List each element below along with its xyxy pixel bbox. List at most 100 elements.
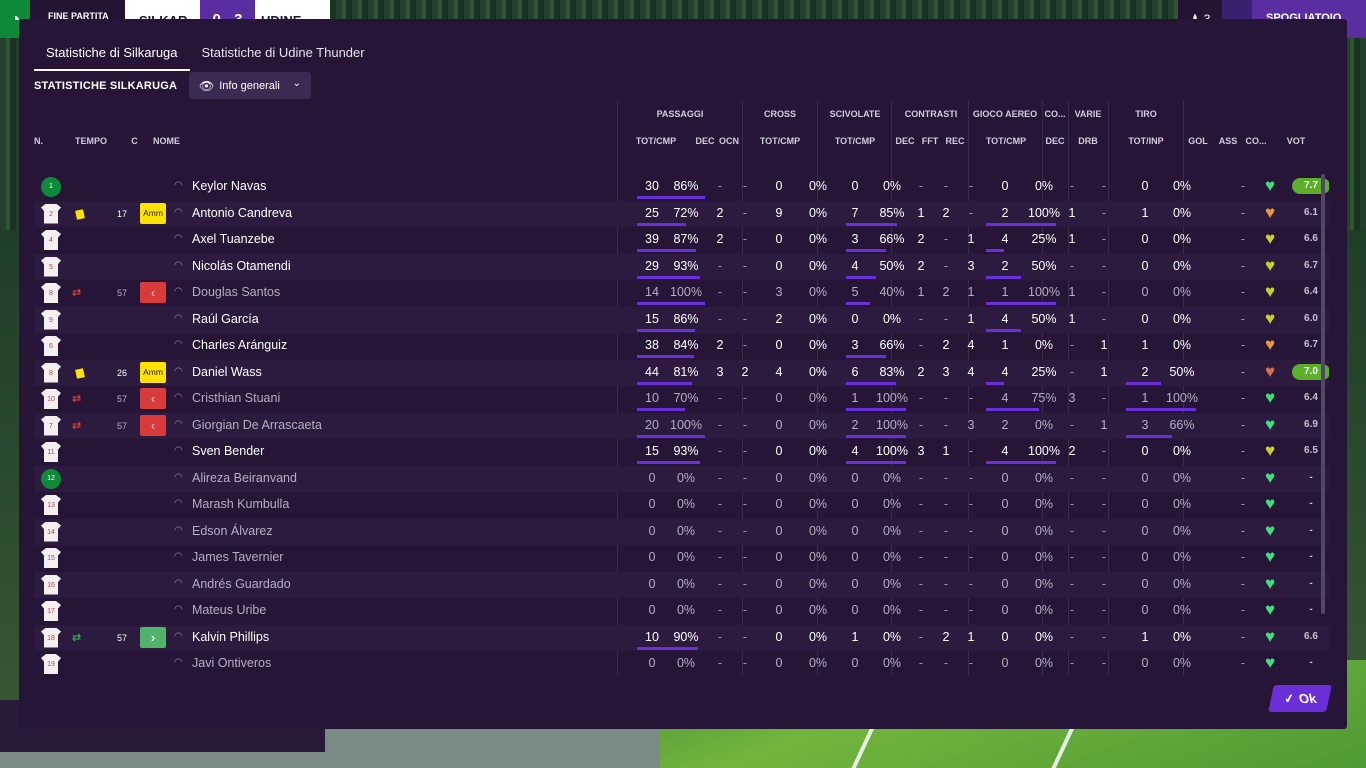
table-row[interactable]: 15 ◠ James Tavernier 0 0% - - 0 0% 0 0% - - - 0 0% - - 0 0%… [34,545,1329,571]
player-profile-icon[interactable]: ◠ [174,366,183,377]
table-row[interactable]: 2 17 Amm ◠ Antonio Candreva 25 72% 2 - 9 0% 7 85% 1 2 -… [34,200,1329,227]
shirt-icon: 7 [41,415,61,436]
dribbles: - [1101,179,1107,193]
col-n[interactable]: N. [34,136,54,146]
col-co[interactable]: CO... [1241,136,1271,146]
col-pass-totcmp[interactable]: TOT/CMP [621,136,691,146]
shots-on-target: 50% [1169,364,1195,379]
player-name[interactable]: Sven Bender [192,444,264,458]
tab-home-stats[interactable]: Statistiche di Silkaruga [34,41,190,71]
player-profile-icon[interactable]: ◠ [174,498,183,509]
shots-on-target: 0% [1172,258,1192,273]
condition-heart-icon: ♥ [1264,255,1276,275]
player-name[interactable]: Nicolás Otamendi [192,259,291,273]
table-row[interactable]: 6 ◠ Charles Aránguiz 38 84% 2-0 0% 3 66% -2 4 1 0% -1… [34,333,1329,359]
player-name[interactable]: Daniel Wass [192,365,262,379]
player-name[interactable]: Antonio Candreva [192,206,292,220]
col-con-fft[interactable]: FFT [918,136,942,146]
table-row[interactable]: 8 26 Amm ◠ Daniel Wass 44 81% 3 2 4 0% 6 83% 2 3 4 4 25% -… [34,359,1329,386]
player-profile-icon[interactable]: ◠ [174,551,183,562]
table-row[interactable]: 13 ◠ Marash Kumbulla 0 0% - - 0 0% 0 0% - - - 0 0% - - 0 0%… [34,492,1329,518]
table-row[interactable]: 14 ◠ Edson Álvarez 0 0% - -0 0% 0 0% - - -0 0% - -0 0% - ♥… [34,518,1329,545]
col-gol[interactable]: GOL [1185,136,1211,146]
player-name[interactable]: Giorgian De Arrascaeta [192,418,322,432]
tab-away-stats[interactable]: Statistiche di Udine Thunder [190,41,377,71]
yellow-card-icon [75,208,85,220]
player-profile-icon[interactable]: ◠ [174,657,183,668]
player-profile-icon[interactable]: ◠ [174,604,183,615]
slide-total: 5 [851,285,859,299]
col-pass-dec[interactable]: DEC [693,136,717,146]
player-name[interactable]: Charles Aránguiz [192,338,287,352]
player-profile-icon[interactable]: ◠ [174,339,183,350]
player-profile-icon[interactable]: ◠ [174,445,183,456]
col-sciv-totcmp[interactable]: TOT/CMP [821,136,889,146]
player-name[interactable]: Douglas Santos [192,285,280,299]
col-tempo[interactable]: TEMPO [71,136,111,146]
player-name[interactable]: Axel Tuanzebe [192,232,275,246]
table-row[interactable]: 9 ◠ Raúl García 15 86% - - 2 0% 0 0% - - 1 4 50% 1 - 0 0% - ♥… [34,306,1329,333]
table-row[interactable]: 7 ⇄ 57 ‹ ◠ Giorgian De Arrascaeta 20 100% - -0 0% 2… [34,412,1329,439]
pass-completion: 0% [676,603,696,617]
player-name[interactable]: Raúl García [192,312,259,326]
player-name[interactable]: Mateus Uribe [192,603,266,617]
table-scrollbar[interactable] [1321,174,1325,614]
player-name[interactable]: Cristhian Stuani [192,391,280,405]
col-c[interactable]: C [127,136,142,146]
condition-heart-icon: ♥ [1264,441,1276,460]
player-name[interactable]: Alireza Beiranvand [192,471,297,485]
player-name[interactable]: Marash Kumbulla [192,497,289,511]
player-profile-icon[interactable]: ◠ [174,392,183,403]
shots-total: 0 [1141,576,1149,591]
player-profile-icon[interactable]: ◠ [174,313,183,324]
cross-completion: 0% [808,550,828,564]
col-con-dec[interactable]: DEC [893,136,917,146]
player-name[interactable]: Andrés Guardado [192,577,291,591]
player-name[interactable]: James Tavernier [192,550,283,564]
player-name[interactable]: Edson Álvarez [192,524,273,538]
table-row[interactable]: 5 ◠ Nicolás Otamendi 29 93% - -0 0% 4 50% 2-3 2 50% -… [34,253,1329,280]
col-nome[interactable]: NOME [153,136,193,146]
player-profile-icon[interactable]: ◠ [174,260,183,271]
table-row[interactable]: 1 ◠ Keylor Navas 30 86% - - 0 0% 0 0% - - - 0 0% - - 0 0% - ♥… [34,174,1329,200]
table-row[interactable]: 18 ⇄ 57 › ◠ Kalvin Phillips 10 90% - -0 0% 1 0% -2 1 0 0… [34,624,1329,651]
player-profile-icon[interactable]: ◠ [174,286,183,297]
col-co-dec[interactable]: DEC [1043,136,1067,146]
co-decisive: - [1069,603,1075,617]
view-selector[interactable]: 👁 Info generali ⌄ [189,72,311,99]
col-ass[interactable]: ASS [1215,136,1241,146]
player-profile-icon[interactable]: ◠ [174,631,183,642]
col-vot[interactable]: VOT [1281,136,1311,146]
player-profile-icon[interactable]: ◠ [174,233,183,244]
player-name[interactable]: Keylor Navas [192,179,266,193]
table-row[interactable]: 10 ⇄ 57 ‹ ◠ Cristhian Stuani 10 70% - -0 0% 1 100% - -… [34,386,1329,412]
player-profile-icon[interactable]: ◠ [174,472,183,483]
player-profile-icon[interactable]: ◠ [174,207,183,218]
tackle-fouls: 1 [942,444,950,458]
table-row[interactable]: 17 ◠ Mateus Uribe 0 0% - -0 0% 0 0% - - -0 0% - -0 0% - ♥ - [34,598,1329,624]
player-name[interactable]: Javi Ontiveros [192,656,271,670]
table-row[interactable]: 19 ◠ Javi Ontiveros 0 0% - - 0 0% 0 0% - - - 0 0% - - 0 0% -… [34,651,1329,675]
table-row[interactable]: 12 ◠ Alireza Beiranvand 0 0% - -0 0% 0 0% - - -0 0% - -… [34,465,1329,492]
player-profile-icon[interactable]: ◠ [174,578,183,589]
col-pass-ocn[interactable]: OCN [717,136,741,146]
slide-completion-bar [846,461,906,464]
tackle-decisive: - [918,656,924,670]
table-row[interactable]: 11 ◠ Sven Bender 15 93% - - 0 0% 4 100% 3 1 - 4 100% 2 - 0… [34,439,1329,465]
ok-button[interactable]: ✓ Ok [1268,685,1332,712]
table-row[interactable]: 8 ⇄ 57 ‹ ◠ Douglas Santos 14 100% - -3 0% 5 40% 1 2 1 1 1… [34,280,1329,306]
col-cross-totcmp[interactable]: TOT/CMP [745,136,815,146]
col-con-rec[interactable]: REC [943,136,967,146]
table-row[interactable]: 16 ◠ Andrés Guardado 0 0% - -0 0% 0 0% - - -0 0% - -0 0%… [34,571,1329,598]
pass-decisive: - [717,444,723,458]
shots-on-target: 0% [1172,603,1192,617]
player-profile-icon[interactable]: ◠ [174,419,183,430]
table-row[interactable]: 4 ◠ Axel Tuanzebe 39 87% 2 - 0 0% 3 66% 2 - 1 4 25% 1 - 0 0… [34,227,1329,253]
player-profile-icon[interactable]: ◠ [174,180,183,191]
player-profile-icon[interactable]: ◠ [174,525,183,536]
col-varie-drb[interactable]: DRB [1069,136,1107,146]
col-tiro-totinp[interactable]: TOT/INP [1111,136,1181,146]
player-name[interactable]: Kalvin Phillips [192,630,269,644]
tackle-recoveries: - [968,444,974,458]
col-aereo-totcmp[interactable]: TOT/CMP [971,136,1041,146]
